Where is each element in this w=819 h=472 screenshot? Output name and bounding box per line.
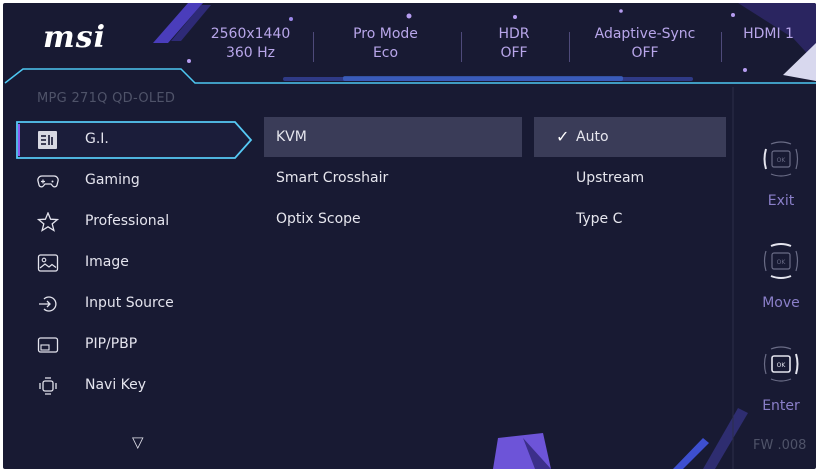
- option-type-c[interactable]: Type C: [534, 199, 726, 239]
- ok-text: OK: [777, 259, 787, 266]
- input-status: HDMI 1: [731, 25, 806, 44]
- menu-item-pip-pbp[interactable]: PIP/PBP: [21, 329, 233, 361]
- adaptive-sync-status: Adaptive-Sync OFF: [585, 25, 705, 63]
- enter-label: Enter: [762, 398, 800, 414]
- hdr-label: HDR: [498, 26, 530, 42]
- osd-header: msi 2560x1440 360 Hz Pro Mode Eco HDR OF…: [3, 3, 816, 85]
- menu-item-label: PIP/PBP: [85, 336, 138, 352]
- adaptive-sync-label: Adaptive-Sync: [594, 26, 696, 42]
- exit-navkey-icon: OK: [763, 141, 799, 177]
- option-upstream[interactable]: Upstream: [534, 158, 726, 198]
- header-divider: [313, 32, 314, 62]
- submenu-item-label: Optix Scope: [276, 211, 361, 227]
- hdr-value: OFF: [500, 45, 528, 61]
- ok-text: OK: [777, 362, 787, 369]
- move-label: Move: [762, 295, 800, 311]
- scroll-down-indicator[interactable]: ▽: [132, 433, 144, 451]
- header-divider: [569, 32, 570, 62]
- menu-item-navi-key[interactable]: Navi Key: [21, 370, 233, 402]
- refresh-value: 360 Hz: [225, 45, 276, 61]
- header-divider: [721, 32, 722, 62]
- adaptive-sync-value: OFF: [631, 45, 659, 61]
- menu-item-input-source[interactable]: Input Source: [21, 288, 233, 320]
- menu-item-gi[interactable]: G.I.: [21, 124, 233, 156]
- msi-logo: msi: [43, 20, 107, 55]
- menu-item-label: Professional: [85, 213, 170, 229]
- option-label: Auto: [576, 129, 609, 145]
- resolution-value: 2560x1440: [210, 26, 291, 42]
- pro-mode-value: Eco: [372, 45, 399, 61]
- pip-icon: [37, 337, 59, 353]
- header-divider: [461, 32, 462, 62]
- input-source-icon: [39, 296, 57, 312]
- model-name: MPG 271Q QD-OLED: [37, 91, 176, 106]
- option-label: Type C: [576, 211, 623, 227]
- gi-icon: [38, 131, 57, 149]
- exit-label: Exit: [767, 193, 795, 209]
- submenu-item-optix-scope[interactable]: Optix Scope: [264, 199, 522, 239]
- menu-item-label: G.I.: [85, 131, 109, 147]
- pro-mode-label: Pro Mode: [353, 26, 418, 42]
- resolution-status: 2560x1440 360 Hz: [208, 25, 293, 63]
- pro-mode-status: Pro Mode Eco: [333, 25, 438, 63]
- firmware-version: FW .008: [753, 438, 807, 453]
- menu-item-image[interactable]: Image: [21, 247, 233, 279]
- submenu-item-label: Smart Crosshair: [276, 170, 389, 186]
- menu-item-label: Input Source: [85, 295, 174, 311]
- ok-text: OK: [777, 157, 787, 164]
- navi-key-icon: [39, 377, 57, 395]
- gamepad-icon: [37, 175, 59, 188]
- menu-item-label: Image: [85, 254, 129, 270]
- option-auto[interactable]: ✓ Auto: [534, 117, 726, 157]
- menu-item-gaming[interactable]: Gaming: [21, 165, 233, 197]
- menu-item-label: Navi Key: [85, 377, 147, 393]
- move-navkey-icon: OK: [763, 243, 799, 279]
- input-value: HDMI 1: [743, 26, 794, 42]
- hdr-status: HDR OFF: [478, 25, 550, 63]
- submenu-item-label: KVM: [276, 129, 307, 145]
- star-icon: [37, 212, 59, 232]
- menu-item-label: Gaming: [85, 172, 140, 188]
- menu-item-professional[interactable]: Professional: [21, 206, 233, 238]
- image-icon: [37, 254, 59, 272]
- enter-navkey-icon: OK: [763, 346, 799, 382]
- submenu-item-kvm[interactable]: KVM: [264, 117, 522, 157]
- submenu-item-smart-crosshair[interactable]: Smart Crosshair: [264, 158, 522, 198]
- monitor-osd: msi 2560x1440 360 Hz Pro Mode Eco HDR OF…: [3, 3, 816, 469]
- checkmark-icon: ✓: [556, 127, 570, 146]
- option-label: Upstream: [576, 170, 645, 186]
